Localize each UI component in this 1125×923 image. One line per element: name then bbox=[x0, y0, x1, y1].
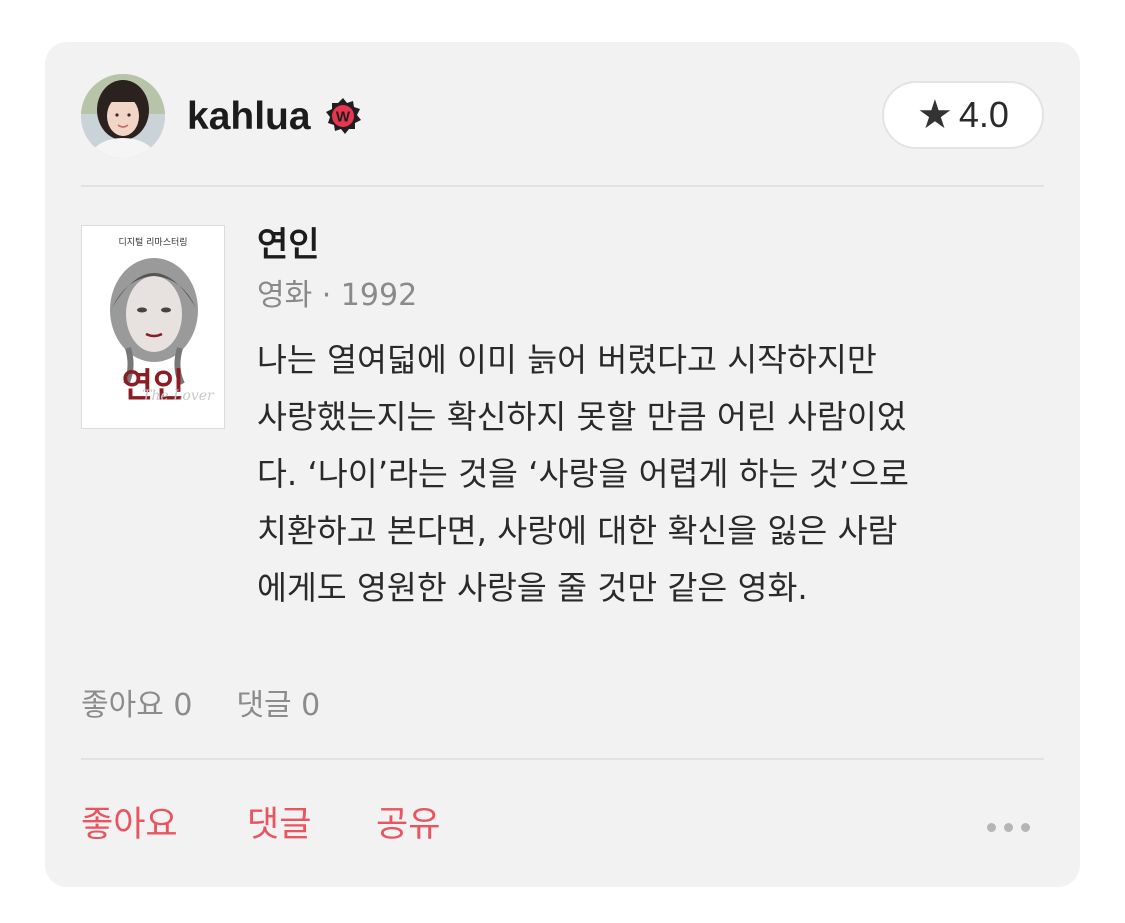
avatar-image bbox=[81, 74, 165, 158]
movie-meta: 영화 · 1992 bbox=[257, 278, 418, 313]
review-text[interactable]: 나는 열여덟에 이미 늙어 버렸다고 시작하지만 사랑했는지는 확신하지 못할 … bbox=[257, 332, 1047, 617]
review-line: 다. ‘나이’라는 것을 ‘사랑을 어렵게 하는 것’으로 bbox=[257, 455, 909, 493]
stats-divider bbox=[81, 758, 1044, 760]
like-button[interactable]: 좋아요 bbox=[81, 803, 178, 847]
star-icon: ★ bbox=[917, 92, 953, 138]
badge-letter: W bbox=[336, 109, 351, 126]
header-divider bbox=[81, 185, 1044, 187]
review-line: 사랑했는지는 확신하지 못할 만큼 어린 사람이었 bbox=[257, 398, 907, 436]
likes-count[interactable]: 좋아요 0 bbox=[81, 688, 192, 723]
username[interactable]: kahlua bbox=[187, 93, 311, 141]
review-card: kahlua W ★ 4.0 디지털 리마스터링 연인 The Lover 연인… bbox=[45, 42, 1080, 887]
poster-top-text: 디지털 리마스터링 bbox=[118, 238, 188, 248]
review-line: 나는 열여덟에 이미 늙어 버렸다고 시작하지만 bbox=[257, 341, 877, 379]
review-stats: 좋아요 0 댓글 0 bbox=[81, 686, 320, 726]
more-dots-icon[interactable] bbox=[987, 823, 1030, 832]
verified-badge-icon: W bbox=[324, 97, 362, 135]
review-line: 치환하고 본다면, 사랑에 대한 확신을 잃은 사람 bbox=[257, 512, 898, 550]
rating-value: 4.0 bbox=[958, 94, 1009, 135]
rating-pill: ★ 4.0 bbox=[882, 81, 1044, 149]
movie-poster[interactable]: 디지털 리마스터링 연인 The Lover bbox=[81, 225, 225, 429]
review-line: 에게도 영원한 사랑을 줄 것만 같은 영화. bbox=[257, 569, 808, 607]
comments-count[interactable]: 댓글 0 bbox=[236, 688, 320, 723]
comment-button[interactable]: 댓글 bbox=[247, 803, 311, 847]
review-header: kahlua W ★ 4.0 bbox=[81, 74, 1044, 160]
action-bar: 좋아요 댓글 공유 bbox=[81, 803, 1044, 847]
share-button[interactable]: 공유 bbox=[376, 803, 440, 847]
poster-subtitle: The Lover bbox=[142, 388, 214, 404]
avatar[interactable] bbox=[81, 74, 165, 158]
movie-title[interactable]: 연인 bbox=[257, 222, 320, 268]
